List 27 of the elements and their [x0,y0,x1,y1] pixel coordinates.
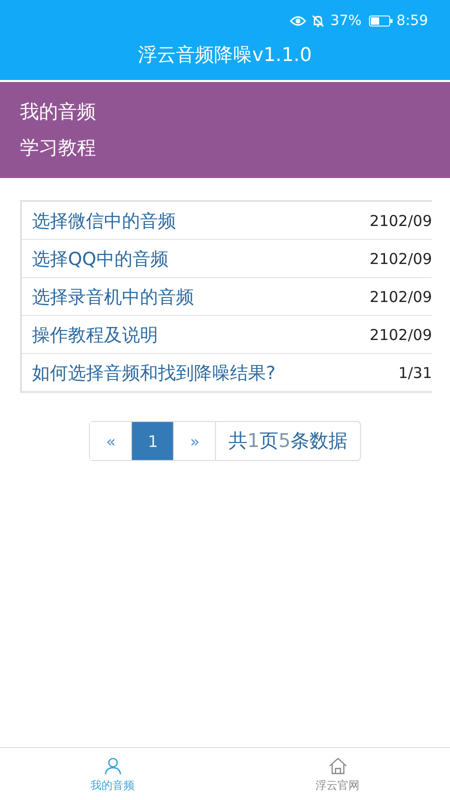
row-date: 2102/09 [370,288,432,306]
battery-percent: 37% [330,13,362,29]
row-title[interactable]: 操作教程及说明 [32,322,158,346]
row-date: 2102/09 [370,212,432,230]
clock: 8:59 [396,13,428,29]
menu-item[interactable]: 学习教程 [20,135,430,161]
menu-item[interactable]: 我的音频 [20,99,430,125]
eye-icon [290,14,306,28]
page-summary: 共1页5条数据 [227,429,349,454]
home-icon [328,756,348,776]
row-title[interactable]: 选择微信中的音频 [32,208,176,232]
row-title[interactable]: 选择录音机中的音频 [32,284,194,308]
row-title[interactable]: 如何选择音频和找到降噪结果? [32,360,276,384]
prev-page-button[interactable]: « [90,422,132,460]
person-icon [102,756,122,776]
bell-off-icon [310,14,326,28]
row-date: 2102/09 [370,250,432,268]
tab-label: 浮云官网 [316,778,360,792]
tab-label: 我的音频 [90,778,134,792]
page-button[interactable]: 1 [132,422,174,460]
battery-icon [368,15,393,27]
row-date: 1/31 [398,364,432,382]
row-title[interactable]: 选择QQ中的音频 [32,246,168,270]
tab[interactable]: 浮云官网 [225,748,450,800]
tab[interactable]: 我的音频 [0,748,225,800]
row-date: 2102/09 [370,326,432,344]
app-title: 浮云音频降噪v1.1.0 [138,43,312,68]
